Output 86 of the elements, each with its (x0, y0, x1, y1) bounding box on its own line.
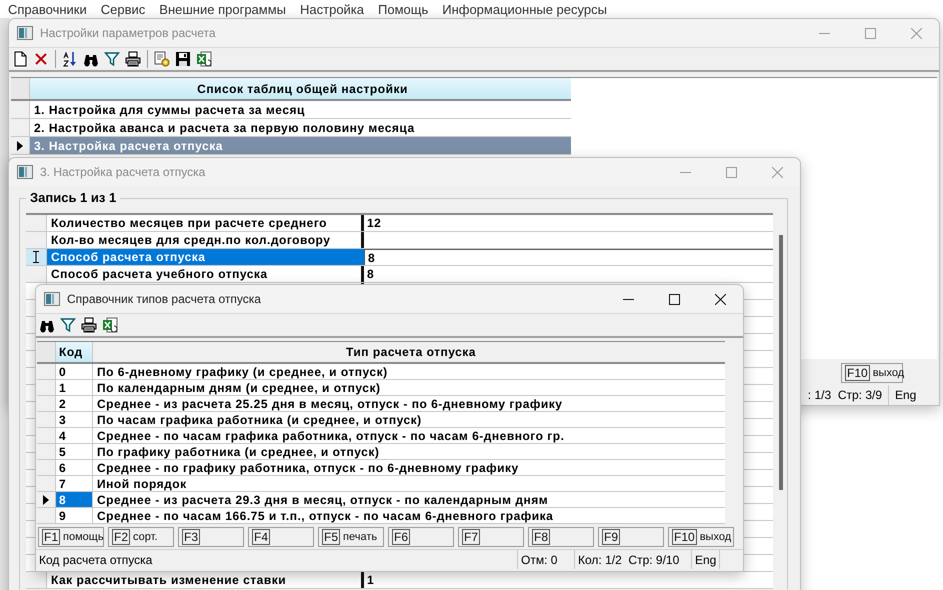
document-icon[interactable] (12, 51, 28, 67)
field-value: 8 (366, 266, 376, 282)
scrollbar[interactable] (779, 235, 783, 490)
table-cell[interactable]: 1. Настройка для суммы расчета за месяц (30, 101, 571, 118)
menu-item[interactable]: Справочники (8, 2, 87, 16)
app-icon (44, 292, 60, 306)
menu-item[interactable]: Внешние программы (159, 2, 286, 16)
table-cell[interactable]: Среднее - из расчета 29.3 дня в месяц, отпуск - по календарным дням (93, 492, 725, 507)
function-key[interactable]: F4 (248, 527, 314, 547)
maximize-icon (864, 28, 876, 38)
table-cell[interactable]: Иной порядок (93, 476, 725, 491)
settings-icon[interactable] (154, 51, 170, 67)
menu-item[interactable]: Сервис (100, 2, 146, 16)
status-text: Eng (692, 550, 720, 569)
table-cell[interactable]: 7 (56, 476, 93, 491)
table-cell[interactable]: 9 (56, 508, 93, 523)
field-value: 12 (366, 215, 382, 231)
column-header: Код (56, 342, 93, 362)
save-icon[interactable] (175, 51, 191, 67)
column-header: Тип расчета отпуска (93, 342, 725, 362)
sort-icon[interactable] (62, 51, 78, 67)
table-cell[interactable]: 3 (56, 412, 93, 427)
row-pointer-icon (17, 140, 23, 150)
text-cursor-icon (32, 251, 40, 263)
table-cell[interactable]: 0 (56, 364, 93, 379)
status-text: Отм: 0 (518, 550, 575, 569)
status-text: Eng (888, 385, 937, 405)
value-field[interactable]: 8 (364, 249, 773, 265)
field-value: 1 (366, 572, 376, 588)
table-cell[interactable]: 5 (56, 444, 93, 459)
table-cell[interactable]: По графику работника (и среднее, и отпуск) (93, 444, 725, 459)
close-icon (910, 28, 922, 38)
close-icon (772, 166, 782, 178)
table-cell[interactable]: По 6-дневному графику (и среднее, и отпуск) (93, 364, 725, 379)
function-key[interactable]: F6 (388, 527, 454, 547)
window-title: Справочник типов расчета отпуска (67, 292, 261, 306)
row-header[interactable] (26, 249, 47, 265)
function-key[interactable]: F8 (528, 527, 594, 547)
menu-item[interactable]: Настройка (300, 2, 364, 16)
group-title: Запись 1 из 1 (26, 190, 120, 205)
function-key[interactable]: F9 (598, 527, 664, 547)
status-text: Кол: 1/2 Стр: 9/10 (575, 550, 692, 569)
table-cell[interactable]: 4 (56, 428, 93, 443)
function-key[interactable]: F10 выход (668, 527, 734, 547)
function-key[interactable]: F2 сорт. (108, 527, 174, 547)
row-header[interactable] (11, 137, 30, 154)
printer-icon[interactable] (81, 317, 97, 333)
row-pointer-icon (43, 494, 49, 504)
function-key[interactable]: F1 помощь (38, 527, 104, 547)
filter-icon[interactable] (104, 51, 120, 67)
menu-item[interactable]: Помощь (378, 2, 428, 16)
table-cell[interactable]: 1 (56, 380, 93, 395)
status-text: : 1/3 Стр: 3/9 (806, 387, 883, 404)
menu-item[interactable]: Информационные ресурсы (442, 2, 607, 16)
table-cell[interactable]: По календарным дням (и среднее, и отпуск) (93, 380, 725, 395)
delete-icon[interactable] (33, 51, 49, 67)
column-header: Список таблиц общей настройки (30, 78, 571, 99)
spreadsheet-icon[interactable] (102, 317, 118, 333)
table-cell[interactable]: 2. Настройка аванса и расчета за первую половину месяца (30, 119, 571, 136)
app-icon (17, 26, 33, 40)
function-key[interactable]: F5 печать (318, 527, 384, 547)
table-cell[interactable]: Среднее - по часам 166.75 и т.п., отпуск - по часам 6-дневного графика (93, 508, 725, 523)
function-key[interactable]: F10 выход (841, 363, 903, 383)
function-key[interactable]: F3 (178, 527, 244, 547)
table-cell[interactable]: Среднее - из расчета 25.25 дня в месяц, отпуск - по 6-дневному графику (93, 396, 725, 411)
minimize-icon (818, 32, 830, 34)
table-cell[interactable]: Среднее - по графику работника, отпуск - по 6-дневному графику (93, 460, 725, 475)
spreadsheet-icon[interactable] (196, 51, 212, 67)
status-text: Код расчета отпуска (36, 550, 518, 569)
table-cell[interactable]: 8 (56, 492, 93, 507)
minimize-icon (622, 298, 634, 300)
filter-icon[interactable] (60, 317, 76, 333)
field-label: Способ расчета отпуска (47, 249, 364, 265)
window-title: Настройки параметров расчета (40, 26, 216, 40)
table-cell[interactable]: По часам графика работника (и среднее, и отпуск) (93, 412, 725, 427)
maximize-icon (668, 294, 680, 304)
printer-icon[interactable] (125, 51, 141, 67)
row-header[interactable] (37, 492, 56, 507)
maximize-icon (726, 166, 736, 178)
table-cell[interactable]: Среднее - по часам графика работника, отпуск - по часам 6-дневного гр. (93, 428, 725, 443)
table-cell[interactable]: 2 (56, 396, 93, 411)
app-icon (17, 165, 33, 179)
function-key[interactable]: F7 (458, 527, 524, 547)
table-cell[interactable]: 6 (56, 460, 93, 475)
close-icon (714, 294, 726, 304)
window-title: 3. Настройка расчета отпуска (40, 165, 206, 179)
